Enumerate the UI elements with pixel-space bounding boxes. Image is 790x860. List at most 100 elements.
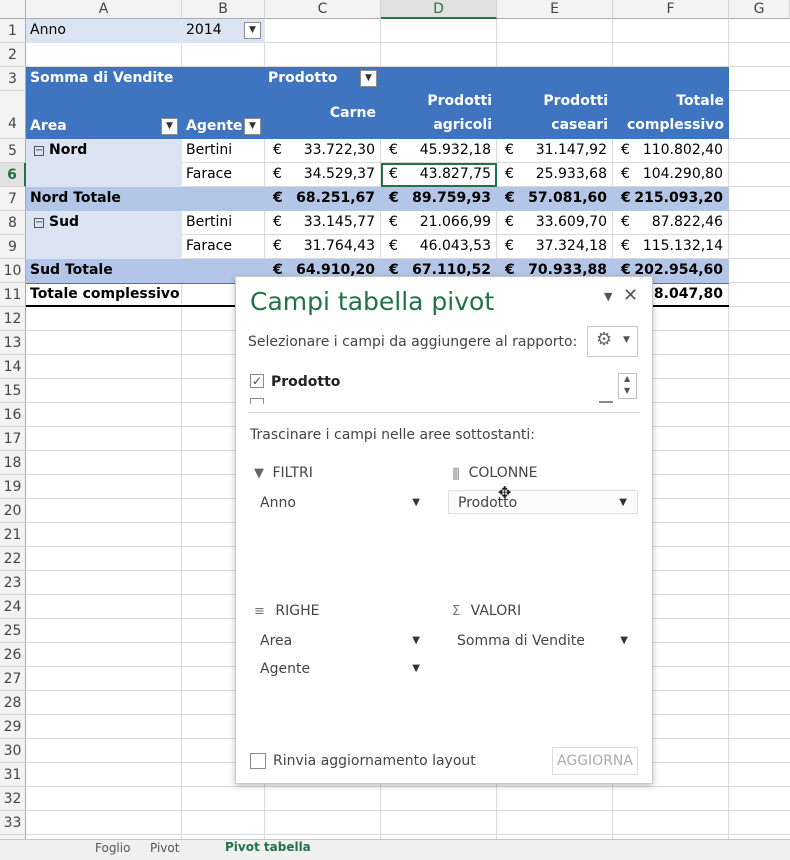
- filter-label-cell[interactable]: Anno: [26, 19, 182, 43]
- row-header-27[interactable]: 27: [0, 667, 26, 691]
- value-cell[interactable]: €43.827,75: [381, 163, 497, 187]
- field-checkbox-partial[interactable]: [250, 398, 264, 404]
- total-row-label[interactable]: Sud Totale: [26, 259, 265, 283]
- column-header-d[interactable]: D: [381, 0, 497, 19]
- row-header-16[interactable]: 16: [0, 403, 26, 427]
- sheet-tab[interactable]: Pivot: [150, 841, 179, 855]
- value-cell[interactable]: €104.290,80: [613, 163, 729, 187]
- row-header-26[interactable]: 26: [0, 643, 26, 667]
- row-header-22[interactable]: 22: [0, 547, 26, 571]
- pivot-area-field[interactable]: Area ▼: [26, 91, 182, 139]
- value-cell[interactable]: €45.932,18: [381, 139, 497, 163]
- sheet-tab[interactable]: Foglio: [95, 841, 130, 855]
- row-header-9[interactable]: 9: [0, 235, 26, 259]
- defer-update-checkbox[interactable]: [250, 753, 266, 769]
- pivot-column-header[interactable]: Carne: [265, 91, 381, 139]
- value-cell[interactable]: €21.066,99: [381, 211, 497, 235]
- value-cell[interactable]: €57.081,60: [497, 187, 613, 211]
- value-cell[interactable]: €215.093,20: [613, 187, 729, 211]
- value-cell[interactable]: €115.132,14: [613, 235, 729, 259]
- row-header-32[interactable]: 32: [0, 787, 26, 811]
- pivot-header-cell[interactable]: [497, 67, 613, 91]
- row-header-14[interactable]: 14: [0, 355, 26, 379]
- row-header-4[interactable]: 4: [0, 91, 26, 139]
- agent-cell[interactable]: Bertini: [182, 211, 265, 235]
- chevron-down-icon[interactable]: ▼: [412, 629, 420, 653]
- chevron-down-icon[interactable]: ▼: [412, 657, 420, 681]
- row-header-12[interactable]: 12: [0, 307, 26, 331]
- row-header-17[interactable]: 17: [0, 427, 26, 451]
- row-field-area[interactable]: Area ▼: [250, 629, 430, 653]
- sheet-tab-active[interactable]: Pivot tabella: [225, 840, 311, 854]
- pivot-agent-field[interactable]: Agente ▼: [182, 91, 265, 139]
- pivot-header-cell[interactable]: [381, 67, 497, 91]
- value-cell[interactable]: €25.933,68: [497, 163, 613, 187]
- filter-value-cell[interactable]: 2014 ▼: [182, 19, 265, 43]
- row-header-10[interactable]: 10: [0, 259, 26, 283]
- area-cell[interactable]: [26, 235, 182, 259]
- chevron-down-icon[interactable]: ▼: [620, 629, 628, 653]
- value-cell[interactable]: €33.609,70: [497, 211, 613, 235]
- value-cell[interactable]: €31.764,43: [265, 235, 381, 259]
- row-header-30[interactable]: 30: [0, 739, 26, 763]
- grand-total-label[interactable]: Totale complessivo: [26, 283, 265, 307]
- pivot-values-label[interactable]: Somma di Vendite: [26, 67, 182, 91]
- row-header-33[interactable]: 33: [0, 811, 26, 835]
- area-cell[interactable]: − Nord: [26, 139, 182, 163]
- area-filter-icon[interactable]: ▼: [161, 118, 178, 135]
- panel-options-chevron-icon[interactable]: ▼: [604, 290, 612, 303]
- column-header-g[interactable]: G: [729, 0, 790, 19]
- value-cell[interactable]: €87.822,46: [613, 211, 729, 235]
- column-header-b[interactable]: B: [182, 0, 265, 19]
- row-header-7[interactable]: 7: [0, 187, 26, 211]
- collapse-minus-icon[interactable]: −: [34, 146, 44, 156]
- pivot-header-cell[interactable]: [613, 67, 729, 91]
- row-header-6[interactable]: 6: [0, 163, 26, 187]
- row-header-5[interactable]: 5: [0, 139, 26, 163]
- pivot-column-header[interactable]: Prodotti agricoli: [381, 91, 497, 139]
- row-header-31[interactable]: 31: [0, 763, 26, 787]
- pivot-column-header[interactable]: Totale complessivo: [613, 91, 729, 139]
- row-header-24[interactable]: 24: [0, 595, 26, 619]
- row-header-25[interactable]: 25: [0, 619, 26, 643]
- value-cell[interactable]: €33.722,30: [265, 139, 381, 163]
- row-header-28[interactable]: 28: [0, 691, 26, 715]
- collapse-minus-icon[interactable]: −: [34, 218, 44, 228]
- row-field-agente[interactable]: Agente ▼: [250, 657, 430, 681]
- area-cell[interactable]: [26, 163, 182, 187]
- value-cell[interactable]: €68.251,67: [265, 187, 381, 211]
- chevron-down-icon[interactable]: ▼: [619, 491, 627, 515]
- agent-cell[interactable]: Bertini: [182, 139, 265, 163]
- resize-handle[interactable]: [599, 401, 613, 403]
- tools-button[interactable]: ⚙ ▼: [587, 326, 638, 357]
- filter-field-anno[interactable]: Anno ▼: [250, 491, 430, 515]
- row-header-20[interactable]: 20: [0, 499, 26, 523]
- row-header-15[interactable]: 15: [0, 379, 26, 403]
- value-cell[interactable]: €31.147,92: [497, 139, 613, 163]
- value-cell[interactable]: €46.043,53: [381, 235, 497, 259]
- column-header-e[interactable]: E: [497, 0, 613, 19]
- row-header-2[interactable]: 2: [0, 43, 26, 67]
- agent-cell[interactable]: Farace: [182, 163, 265, 187]
- row-header-23[interactable]: 23: [0, 571, 26, 595]
- close-icon[interactable]: ✕: [623, 285, 638, 306]
- update-button[interactable]: AGGIORNA: [552, 747, 638, 775]
- column-header-f[interactable]: F: [613, 0, 729, 19]
- total-row-label[interactable]: Nord Totale: [26, 187, 265, 211]
- value-cell[interactable]: €34.529,37: [265, 163, 381, 187]
- select-all-corner[interactable]: [0, 0, 26, 19]
- field-list-scroller[interactable]: ▲ ▼: [618, 373, 637, 399]
- row-header-13[interactable]: 13: [0, 331, 26, 355]
- value-cell[interactable]: €33.145,77: [265, 211, 381, 235]
- row-header-21[interactable]: 21: [0, 523, 26, 547]
- field-checkbox-prodotto[interactable]: ✓: [250, 374, 264, 388]
- pivot-column-header[interactable]: Prodotti caseari: [497, 91, 613, 139]
- row-header-1[interactable]: 1: [0, 19, 26, 43]
- agent-cell[interactable]: Farace: [182, 235, 265, 259]
- row-header-8[interactable]: 8: [0, 211, 26, 235]
- agent-filter-icon[interactable]: ▼: [244, 118, 261, 135]
- row-header-19[interactable]: 19: [0, 475, 26, 499]
- value-cell[interactable]: €89.759,93: [381, 187, 497, 211]
- column-field-prodotto[interactable]: Prodotto ▼: [448, 490, 638, 514]
- column-filter-icon[interactable]: ▼: [360, 70, 377, 87]
